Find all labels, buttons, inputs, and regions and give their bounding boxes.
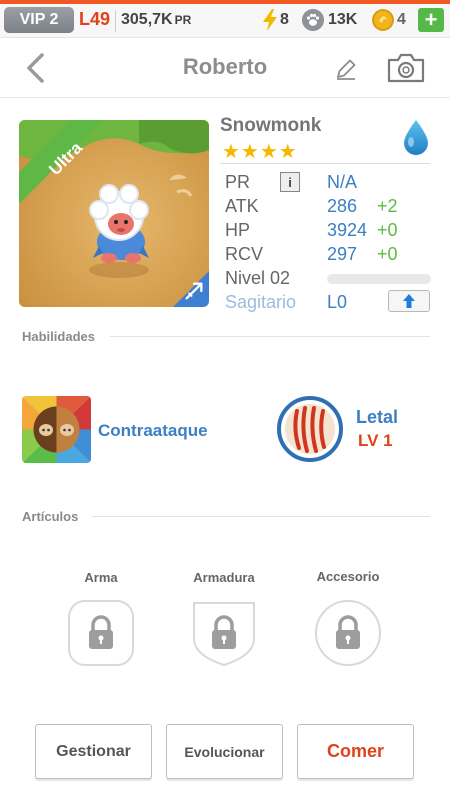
section-label-abilities: Habilidades [22, 329, 95, 344]
power-rating: 305,7K PR [121, 11, 191, 29]
status-accent-bar [0, 0, 450, 4]
status-bar: VIP 2 L49 305,7K PR 8 13K 4 + [0, 0, 450, 38]
stat-hp-bonus: +0 [377, 220, 398, 240]
section-divider [92, 516, 430, 517]
add-gems-button[interactable]: + [418, 8, 444, 32]
energy-count: 8 [280, 11, 289, 28]
paw-count: 13K [328, 11, 358, 28]
info-icon[interactable]: i [280, 172, 300, 192]
slot-label-accessory: Accesorio [316, 569, 380, 584]
gem-coin-icon [372, 9, 394, 31]
evolve-button[interactable]: Evolucionar [166, 724, 283, 779]
vip-badge[interactable]: VIP 2 [4, 7, 74, 33]
stat-hp-label: HP [225, 220, 251, 240]
water-drop-icon [404, 120, 428, 155]
stat-atk-bonus: +2 [377, 196, 398, 216]
power-unit: PR [174, 13, 192, 27]
accessory-slot[interactable] [314, 599, 382, 667]
player-level: L49 [79, 9, 111, 29]
archer-arrow-icon [185, 282, 203, 300]
pet-species-name: Snowmonk [220, 115, 322, 136]
gem-count: 4 [397, 11, 406, 28]
stat-atk-value: 286 [327, 196, 358, 216]
camera-icon[interactable] [386, 52, 426, 84]
stat-rcv-bonus: +0 [377, 244, 398, 264]
stat-rcv-value: 297 [327, 244, 358, 264]
upgrade-sign-button[interactable] [388, 290, 430, 312]
stat-hp-value: 3924 [327, 220, 368, 240]
zodiac-sign-label[interactable]: Sagitario [225, 292, 296, 313]
eat-button[interactable]: Comer [297, 724, 414, 779]
weapon-slot[interactable] [67, 599, 135, 667]
armor-slot[interactable] [190, 599, 258, 667]
passive-skill-level: LV 1 [358, 431, 393, 450]
claw-marks-icon[interactable] [277, 396, 343, 462]
slot-label-armor: Armadura [193, 570, 255, 585]
zodiac-level-value: L0 [327, 292, 348, 312]
slot-label-weapon: Arma [84, 570, 118, 585]
paw-coin-icon [302, 9, 324, 31]
stat-pr-value: N/A [327, 172, 358, 192]
active-skill-name[interactable]: Contraataque [98, 421, 208, 441]
section-label-items: Artículos [22, 509, 79, 524]
power-value: 305,7K [121, 11, 173, 28]
stat-atk-label: ATK [225, 196, 259, 216]
pet-portrait-illustration [19, 120, 209, 307]
stat-rcv-label: RCV [225, 244, 264, 264]
pet-portrait[interactable]: Ultra [19, 120, 209, 307]
page-title: Roberto [182, 54, 268, 79]
stat-level-label: Nivel 02 [225, 268, 291, 288]
lightning-icon [263, 9, 277, 31]
rarity-stars: ★★★★ [222, 141, 298, 163]
counterattack-icon[interactable] [22, 396, 91, 463]
level-progress-bar [327, 274, 431, 284]
manage-button[interactable]: Gestionar [35, 724, 152, 779]
header: Roberto [0, 38, 450, 98]
section-divider [110, 336, 430, 337]
stat-pr-label: PR [225, 172, 251, 192]
stats-divider [220, 163, 430, 164]
pencil-icon[interactable] [333, 56, 359, 82]
passive-skill-name[interactable]: Letal [356, 407, 398, 428]
counterattack-illustration [22, 396, 91, 463]
arrow-up-icon [403, 294, 415, 308]
status-divider [115, 10, 116, 32]
